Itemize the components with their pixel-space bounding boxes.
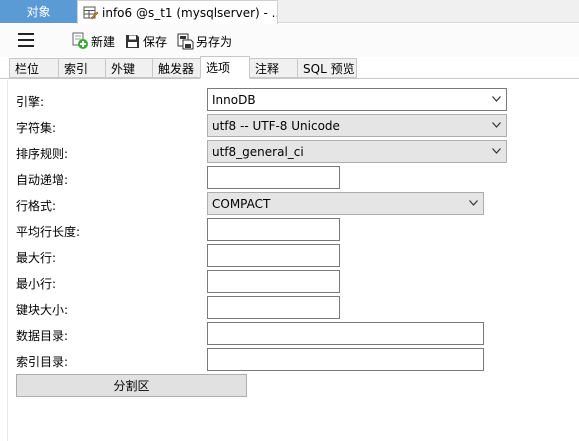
designer-tabs: 栏位 索引 外键 触发器 选项 注释 SQL 预览: [0, 56, 579, 79]
tab-options-label: 选项: [206, 61, 231, 75]
collation-label: 排序规则:: [16, 147, 69, 161]
min-rows-label: 最小行:: [16, 277, 57, 291]
tab-table-design[interactable]: info6 @s_t1 (mysqlserver) - ...: [77, 0, 278, 24]
save-as-button-label: 另存为: [196, 34, 233, 49]
chevron-down-icon: [469, 200, 478, 206]
avg-row-length-label: 平均行长度:: [16, 225, 81, 239]
key-block-size-label: 键块大小:: [16, 303, 69, 317]
max-rows-label: 最大行:: [16, 251, 57, 265]
tab-triggers-label: 触发器: [158, 61, 195, 76]
chevron-down-icon: [492, 122, 501, 128]
collation-select[interactable]: utf8_general_ci: [207, 140, 507, 163]
auto-increment-input[interactable]: [207, 166, 340, 189]
new-icon: [72, 32, 88, 49]
partition-button[interactable]: 分割区: [16, 374, 247, 397]
tab-fields-label: 栏位: [15, 61, 40, 76]
tab-table-design-label: info6 @s_t1 (mysqlserver) - ...: [102, 5, 278, 20]
engine-select[interactable]: InnoDB: [207, 88, 507, 111]
document-tab-strip: 对象 info6 @s_t1 (mysqlserver) - ...: [0, 0, 579, 24]
data-directory-label: 数据目录:: [16, 329, 69, 343]
index-directory-input[interactable]: [207, 348, 484, 371]
avg-row-length-input[interactable]: [207, 218, 340, 241]
index-directory-label: 索引目录:: [16, 355, 69, 369]
charset-label: 字符集:: [16, 121, 57, 135]
charset-select[interactable]: utf8 -- UTF-8 Unicode: [207, 114, 507, 137]
save-button-label: 保存: [143, 34, 168, 49]
tab-indexes[interactable]: 索引: [58, 58, 106, 78]
row-format-select[interactable]: COMPACT: [207, 192, 484, 215]
partition-button-label: 分割区: [113, 379, 150, 393]
tab-objects-label: 对象: [26, 5, 51, 19]
tab-sql-preview-label: SQL 预览: [303, 61, 355, 76]
left-border: [7, 80, 8, 441]
table-edit-icon: [83, 6, 99, 19]
engine-label: 引擎:: [16, 95, 45, 109]
tab-indexes-label: 索引: [64, 61, 89, 76]
min-rows-input[interactable]: [207, 270, 340, 293]
chevron-down-icon: [492, 148, 501, 154]
auto-increment-label: 自动递增:: [16, 173, 69, 187]
new-button-label: 新建: [91, 34, 116, 49]
tab-fields[interactable]: 栏位: [9, 58, 59, 78]
tab-foreign-keys[interactable]: 外键: [105, 58, 153, 78]
save-as-icon: [177, 33, 194, 49]
tab-comment[interactable]: 注释: [249, 58, 298, 78]
tab-options[interactable]: 选项: [200, 56, 250, 79]
tab-triggers[interactable]: 触发器: [152, 58, 201, 78]
row-format-label: 行格式:: [16, 199, 57, 213]
save-button[interactable]: 保存: [124, 31, 167, 51]
data-directory-input[interactable]: [207, 322, 484, 345]
engine-select-value: InnoDB: [212, 92, 256, 107]
menu-icon[interactable]: [18, 33, 34, 47]
collation-select-value: utf8_general_ci: [212, 144, 304, 159]
new-button[interactable]: 新建: [71, 31, 115, 51]
tab-objects[interactable]: 对象: [0, 0, 77, 23]
tab-sql-preview[interactable]: SQL 预览: [297, 58, 357, 78]
save-icon: [126, 34, 139, 48]
max-rows-input[interactable]: [207, 244, 340, 267]
chevron-down-icon: [492, 96, 501, 102]
save-as-button[interactable]: 另存为: [177, 31, 232, 51]
toolbar: 新建 保存 另存为: [0, 24, 579, 57]
row-format-select-value: COMPACT: [212, 196, 271, 211]
key-block-size-input[interactable]: [207, 296, 340, 319]
tab-foreign-keys-label: 外键: [111, 61, 136, 76]
tab-comment-label: 注释: [255, 61, 280, 76]
charset-select-value: utf8 -- UTF-8 Unicode: [212, 118, 340, 133]
